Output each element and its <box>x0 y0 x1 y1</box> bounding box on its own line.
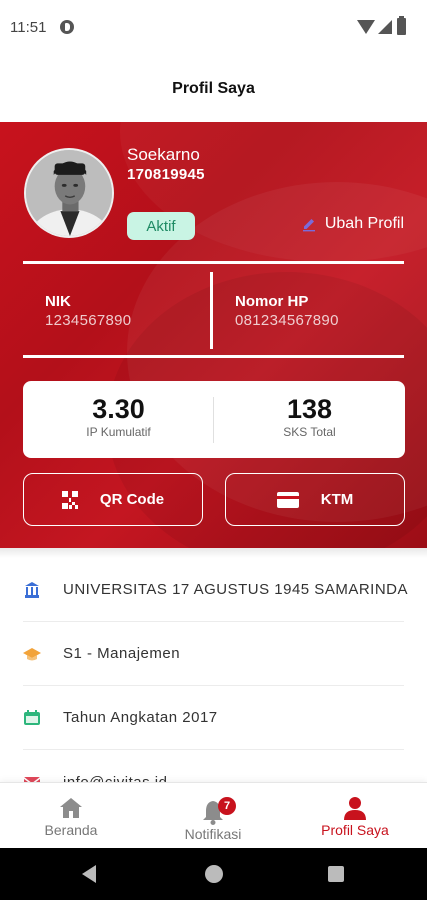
wifi-icon <box>357 20 375 34</box>
section-shadow <box>0 548 427 558</box>
status-badge: Aktif <box>127 212 195 240</box>
list-item-program: S1 - Manajemen <box>23 622 404 686</box>
stats-card: 3.30 IP Kumulatif 138 SKS Total <box>23 381 405 458</box>
battery-icon <box>397 16 406 35</box>
status-bar: 11:51 <box>0 0 427 56</box>
nav-label-notifications: Notifikasi <box>184 826 242 842</box>
recent-apps-icon[interactable] <box>328 866 344 882</box>
notification-count-badge: 7 <box>218 797 236 815</box>
graduation-cap-icon <box>23 645 41 663</box>
qr-code-button[interactable]: QR Code <box>23 473 203 526</box>
nik-value: 1234567890 <box>45 312 132 329</box>
sks-value: 138 <box>286 394 333 424</box>
nav-label-profile: Profil Saya <box>321 822 389 838</box>
student-id: 170819945 <box>127 166 205 183</box>
card-icon <box>276 491 299 508</box>
sks-stat: 138 SKS Total <box>214 381 405 458</box>
sks-label: SKS Total <box>283 425 336 439</box>
divider <box>23 355 404 358</box>
edit-profile-label: Ubah Profil <box>324 215 404 232</box>
qr-code-icon <box>61 490 78 509</box>
divider <box>210 272 213 349</box>
profile-panel: Soekarno 170819945 Aktif Ubah Profil NIK… <box>0 122 427 548</box>
calendar-icon <box>23 709 41 727</box>
nav-item-home[interactable]: Beranda <box>0 783 142 849</box>
signal-icon <box>378 20 392 34</box>
nav-label-home: Beranda <box>44 822 98 838</box>
back-icon[interactable] <box>82 865 96 883</box>
mail-icon <box>23 773 41 782</box>
nav-item-notifications[interactable]: 7 Notifikasi <box>142 783 284 849</box>
ktm-label: KTM <box>320 491 354 508</box>
study-program: S1 - Manajemen <box>63 645 181 662</box>
app-notification-icon <box>60 20 74 34</box>
page-title: Profil Saya <box>172 80 255 97</box>
list-item-year: Tahun Angkatan 2017 <box>23 686 404 750</box>
bottom-navigation: Beranda 7 Notifikasi Profil Saya <box>0 782 427 848</box>
phone-label: Nomor HP <box>235 293 309 310</box>
divider <box>23 261 404 264</box>
detail-list: UNIVERSITAS 17 AGUSTUS 1945 SAMARINDA S1… <box>0 558 427 782</box>
bell-icon: 7 <box>200 797 236 825</box>
university-icon <box>23 581 41 599</box>
home-circle-icon[interactable] <box>205 865 223 883</box>
email-address: info@civitas.id <box>63 773 168 783</box>
qr-code-label: QR Code <box>99 491 165 508</box>
pencil-icon <box>301 216 317 232</box>
ipk-label: IP Kumulatif <box>86 425 151 439</box>
person-icon <box>342 795 368 821</box>
enrollment-year: Tahun Angkatan 2017 <box>63 709 218 726</box>
university-name: UNIVERSITAS 17 AGUSTUS 1945 SAMARINDA <box>63 581 408 598</box>
home-icon <box>58 795 84 821</box>
ipk-value: 3.30 <box>92 394 145 424</box>
avatar <box>24 148 114 238</box>
phone-value: 081234567890 <box>235 312 339 329</box>
nav-item-profile[interactable]: Profil Saya <box>284 783 426 849</box>
profile-name: Soekarno <box>127 145 200 164</box>
nik-label: NIK <box>45 293 71 310</box>
ipk-stat: 3.30 IP Kumulatif <box>23 381 214 458</box>
list-item-university: UNIVERSITAS 17 AGUSTUS 1945 SAMARINDA <box>23 558 408 622</box>
system-navigation-bar <box>0 848 427 900</box>
list-item-email: info@civitas.id <box>23 750 404 782</box>
status-icons <box>357 16 417 36</box>
status-time: 11:51 <box>10 19 47 36</box>
edit-profile-button[interactable]: Ubah Profil <box>301 215 404 233</box>
app-header: Profil Saya <box>0 56 427 122</box>
ktm-button[interactable]: KTM <box>225 473 405 526</box>
